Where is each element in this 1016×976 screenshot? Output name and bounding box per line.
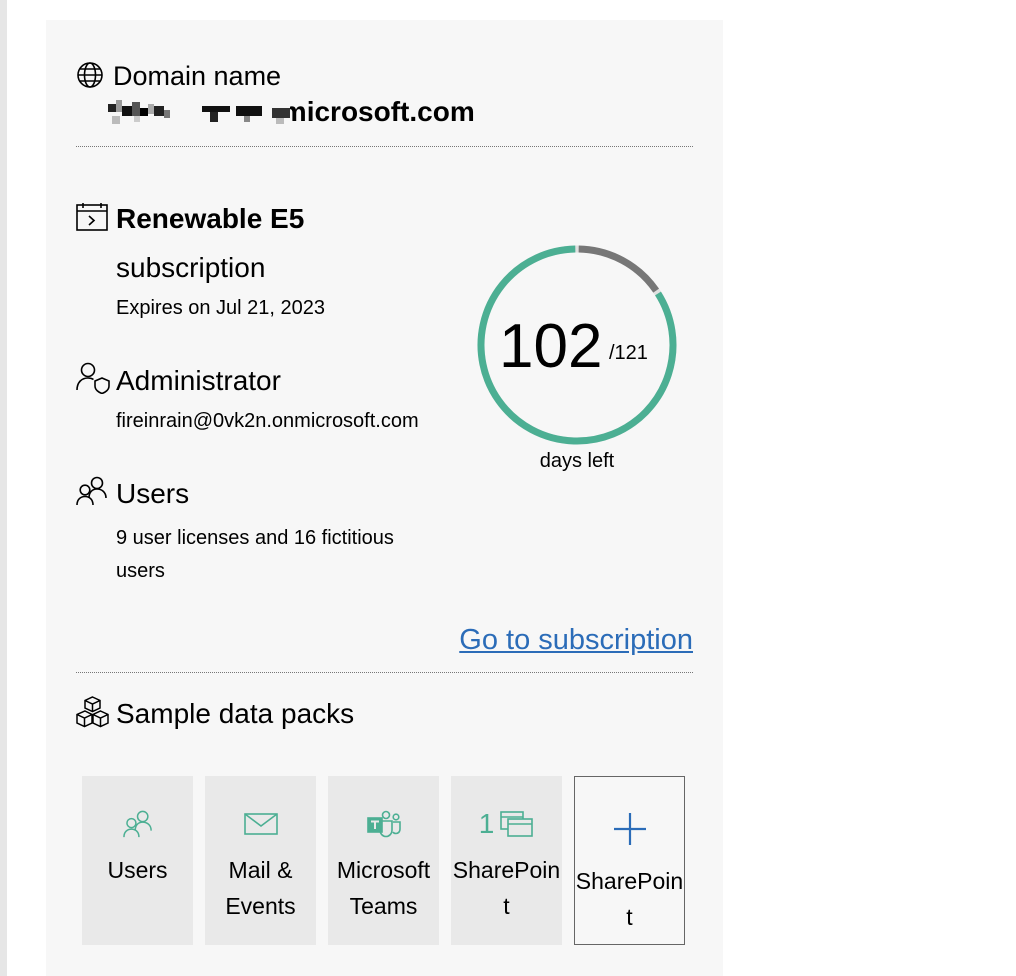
pack-label: SharePoint — [452, 857, 561, 919]
calendar-icon — [76, 203, 108, 231]
divider-top — [76, 146, 693, 147]
days-total: /121 — [609, 342, 648, 364]
users-icon — [76, 476, 108, 506]
sharepoint-icon: 1 — [479, 806, 535, 842]
globe-icon — [76, 61, 104, 89]
pack-label: Microsoft Teams — [336, 857, 431, 919]
pack-users-tile[interactable]: Users — [82, 776, 193, 945]
redaction-mask — [104, 98, 290, 128]
sharepoint-count-badge: 1 — [478, 808, 495, 839]
pack-mail-events-tile[interactable]: Mail & Events — [205, 776, 316, 945]
mail-icon — [243, 806, 278, 842]
subscription-title: Renewable E5 — [116, 203, 305, 234]
days-left-label: days left — [539, 450, 615, 472]
boxes-icon — [76, 696, 109, 728]
users-title: Users — [116, 478, 190, 509]
days-left-count: 102 — [499, 312, 603, 381]
go-to-subscription-link[interactable]: Go to subscription — [459, 624, 693, 657]
pack-label: Users — [107, 857, 168, 883]
left-edge-bar — [0, 0, 7, 976]
pack-microsoft-teams-tile[interactable]: Microsoft Teams — [328, 776, 439, 945]
admin-shield-icon — [76, 362, 110, 394]
plus-icon — [612, 809, 648, 849]
teams-icon — [366, 806, 401, 842]
pack-sharepoint-tile[interactable]: 1 SharePoint — [451, 776, 562, 945]
users-description: 9 user licenses and 16 fictitious users — [116, 527, 394, 582]
administrator-title: Administrator — [116, 365, 281, 396]
administrator-email: fireinrain@0vk2n.onmicrosoft.com — [116, 410, 419, 432]
subscription-subtitle: subscription — [116, 252, 266, 283]
users-icon — [122, 806, 153, 842]
add-sharepoint-pack-button[interactable]: SharePoint — [574, 776, 685, 945]
expiration-date: Expires on Jul 21, 2023 — [116, 297, 326, 319]
pack-label: Mail & Events — [225, 857, 296, 919]
pack-label: SharePoint — [575, 868, 684, 930]
divider-bottom — [76, 672, 693, 673]
domain-title: Domain name — [113, 61, 282, 91]
sample-data-title: Sample data packs — [116, 698, 355, 729]
subscription-card: Domain name wakkeroo-ttt-microsoft.com R… — [46, 20, 723, 976]
sample-data-pack-list: Users Mail & Events Microsoft Teams 1 Sh… — [82, 776, 685, 945]
gauge-elapsed-arc — [578, 245, 660, 293]
